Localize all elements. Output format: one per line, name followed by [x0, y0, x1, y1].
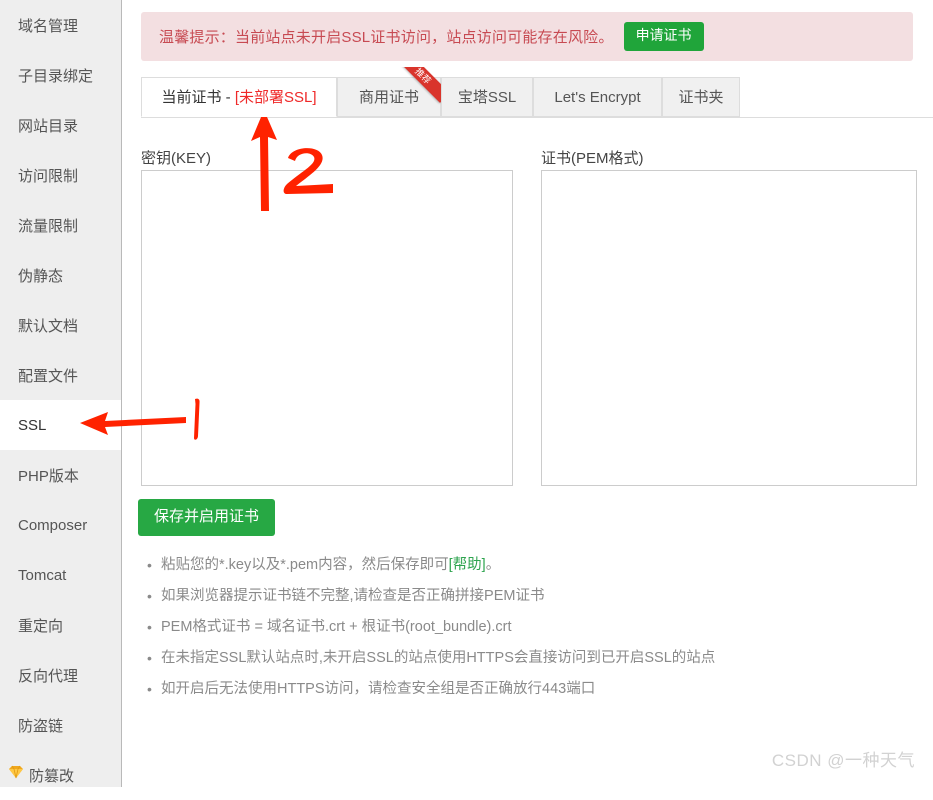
tab-1[interactable]: 商用证书 推荐: [337, 67, 441, 117]
sidebar-item-[interactable]: 伪静态: [0, 250, 121, 300]
tips-list: 粘贴您的*.key以及*.pem内容，然后保存即可[帮助]。如果浏览器提示证书链…: [143, 550, 715, 705]
sidebar-item-[interactable]: 访问限制: [0, 150, 121, 200]
sidebar-item-label: 防盗链: [18, 717, 64, 735]
tab-label: 证书夹: [678, 89, 724, 106]
sidebar-item-[interactable]: 子目录绑定: [0, 50, 121, 100]
tip-text: 如开启后无法使用HTTPS访问，请检查安全组是否正确放行443端口: [161, 681, 596, 697]
certificate-tabs: 当前证书 - [未部署SSL] 商用证书 推荐 宝塔SSL Let's Encrypt 证…: [141, 67, 933, 118]
sidebar-item-[interactable]: 防盗链: [0, 700, 121, 750]
tab-status-label: [未部署SSL]: [234, 89, 317, 106]
tab-label: 宝塔SSL: [457, 89, 517, 106]
sidebar-item-label: 默认文档: [18, 317, 79, 335]
tip-item: PEM格式证书 = 域名证书.crt + 根证书(root_bundle).cr…: [147, 612, 715, 643]
sidebar-item-[interactable]: 网站目录: [0, 100, 121, 150]
sidebar-item-label: 反向代理: [18, 667, 79, 685]
pem-field-label: 证书(PEM格式): [541, 150, 644, 167]
help-link[interactable]: [帮助]: [449, 557, 486, 573]
tab-label: Let's Encrypt: [554, 89, 641, 106]
tip-text: 如果浏览器提示证书链不完整,请检查是否正确拼接PEM证书: [161, 588, 545, 604]
sidebar-item-[interactable]: 域名管理: [0, 0, 121, 50]
sidebar-item-[interactable]: 防篡改: [0, 750, 121, 800]
tab-4[interactable]: 证书夹: [662, 77, 740, 117]
sidebar-item-label: 配置文件: [18, 367, 79, 385]
sidebar-item-label: Composer: [18, 516, 88, 534]
sidebar-item-label: 伪静态: [18, 267, 64, 285]
sidebar-item-label: SSL: [18, 416, 47, 434]
apply-certificate-button[interactable]: 申请证书: [623, 22, 704, 51]
tip-text: PEM格式证书 = 域名证书.crt + 根证书(root_bundle).cr…: [161, 619, 512, 635]
sidebar: 域名管理子目录绑定网站目录访问限制流量限制伪静态默认文档配置文件 SSL PHP版本…: [0, 0, 122, 787]
sidebar-item-ssl[interactable]: SSL: [0, 400, 121, 450]
tip-item: 粘贴您的*.key以及*.pem内容，然后保存即可[帮助]。: [147, 550, 715, 581]
sidebar-item-label: 防篡改: [29, 767, 75, 785]
tab-3[interactable]: Let's Encrypt: [533, 77, 662, 117]
sidebar-item-composer[interactable]: Composer: [0, 500, 121, 550]
sidebar-item-label: 重定向: [18, 617, 64, 635]
tab-2[interactable]: 宝塔SSL: [441, 77, 533, 117]
tip-text-suffix: 。: [485, 557, 501, 573]
tip-item: 在未指定SSL默认站点时,未开启SSL的站点使用HTTPS会直接访问到已开启SS…: [147, 643, 716, 674]
sidebar-item-[interactable]: 重定向: [0, 600, 121, 650]
sidebar-item-label: 域名管理: [18, 17, 79, 35]
tab-label: 当前证书 -: [161, 89, 235, 106]
sidebar-item-label: Tomcat: [18, 566, 67, 584]
page-root: 域名管理子目录绑定网站目录访问限制流量限制伪静态默认文档配置文件 SSL PHP版本…: [0, 0, 933, 787]
tab-label: 商用证书: [358, 89, 419, 106]
warning-text: 温馨提示：当前站点未开启SSL证书访问，站点访问可能存在风险。: [159, 29, 614, 46]
sidebar-item-php[interactable]: PHP版本: [0, 450, 121, 500]
sidebar-item-[interactable]: 反向代理: [0, 650, 121, 700]
sidebar-item-label: 子目录绑定: [18, 67, 94, 85]
sidebar-item-[interactable]: 流量限制: [0, 200, 121, 250]
sidebar-item-[interactable]: 默认文档: [0, 300, 121, 350]
gem-icon: [8, 750, 24, 800]
private-key-textarea[interactable]: [141, 170, 513, 486]
sidebar-item-label: PHP版本: [18, 467, 79, 485]
tip-item: 如开启后无法使用HTTPS访问，请检查安全组是否正确放行443端口: [147, 674, 715, 705]
key-field-label: 密钥(KEY): [141, 150, 212, 167]
watermark: CSDN @一种天气: [771, 751, 915, 770]
tip-item: 如果浏览器提示证书链不完整,请检查是否正确拼接PEM证书: [147, 581, 715, 612]
sidebar-item-tomcat[interactable]: Tomcat: [0, 550, 121, 600]
save-and-enable-certificate-button[interactable]: 保存并启用证书: [138, 499, 276, 536]
main-content: 温馨提示：当前站点未开启SSL证书访问，站点访问可能存在风险。 申请证书 当前证…: [123, 0, 933, 787]
tab-0[interactable]: 当前证书 - [未部署SSL]: [141, 77, 337, 117]
tip-text: 在未指定SSL默认站点时,未开启SSL的站点使用HTTPS会直接访问到已开启SS…: [161, 650, 716, 666]
sidebar-item-[interactable]: 配置文件: [0, 350, 121, 400]
certificate-pem-textarea[interactable]: [541, 170, 917, 486]
sidebar-item-label: 访问限制: [18, 167, 79, 185]
tip-text: 粘贴您的*.key以及*.pem内容，然后保存即可: [161, 557, 449, 573]
sidebar-item-label: 流量限制: [18, 217, 79, 235]
ssl-warning-banner: 温馨提示：当前站点未开启SSL证书访问，站点访问可能存在风险。 申请证书: [141, 12, 913, 61]
sidebar-item-label: 网站目录: [18, 117, 79, 135]
